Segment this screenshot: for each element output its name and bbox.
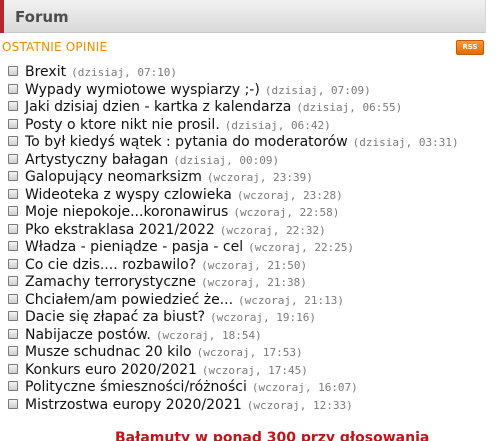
- list-item: Nabijacze postów. (wczoraj, 18:54): [6, 325, 459, 343]
- bullet-icon: [8, 136, 18, 146]
- header-accent-bar: [0, 0, 4, 33]
- footer-promo-link[interactable]: Bałamuty w ponad 300 przy głosowania: [115, 430, 429, 441]
- thread-timestamp: (wczoraj, 21:13): [238, 293, 344, 307]
- bullet-icon: [8, 276, 18, 286]
- thread-link[interactable]: To był kiedyś wątek : pytania do moderat…: [25, 134, 348, 150]
- bullet-icon: [8, 311, 18, 321]
- bullet-icon: [8, 118, 18, 129]
- thread-link[interactable]: Mistrzostwa europy 2020/2021: [25, 397, 242, 413]
- thread-link[interactable]: Posty o ktore nikt nie prosil.: [25, 117, 220, 133]
- list-item: Pko ekstraklasa 2021/2022 (wczoraj, 22:32…: [6, 220, 459, 238]
- bullet-icon: [8, 381, 18, 391]
- thread-list: Brexit (dzisiaj, 07:10) Wypady wymiotowe …: [6, 62, 459, 413]
- thread-timestamp: (dzisiaj, 00:09): [173, 153, 280, 167]
- bullet-icon: [8, 328, 18, 339]
- list-item: Artystyczny bałagan (dzisiaj, 00:09): [6, 150, 459, 168]
- thread-timestamp: (dzisiaj, 07:10): [71, 66, 178, 79]
- thread-link[interactable]: Musze schudnac 20 kilo: [25, 344, 192, 360]
- bullet-icon: [8, 258, 18, 269]
- list-item: Chciałem/am powiedzieć że... (wczoraj, 21…: [6, 290, 459, 308]
- thread-link[interactable]: Wypady wymiotowe wyspiarzy ;-): [25, 82, 260, 98]
- thread-timestamp: (wczoraj, 17:45): [201, 363, 308, 377]
- rss-button[interactable]: RSS: [456, 40, 484, 55]
- list-item: Mistrzostwa europy 2020/2021 (wczoraj, 12…: [6, 395, 459, 413]
- list-item: Jaki dzisiaj dzien - kartka z kalendarza…: [6, 97, 459, 115]
- thread-link[interactable]: Pko ekstraklasa 2021/2022: [25, 222, 215, 238]
- list-item: Wideoteka z wyspy czlowieka (wczoraj, 23:…: [6, 185, 459, 203]
- bullet-icon: [8, 206, 18, 216]
- thread-link[interactable]: Nabijacze postów.: [25, 327, 151, 343]
- list-item: Co cie dzis.... rozbawilo? (wczoraj, 21:5…: [6, 255, 459, 273]
- list-item: Brexit (dzisiaj, 07:10): [6, 62, 459, 80]
- thread-timestamp: (dzisiaj, 06:42): [224, 118, 331, 132]
- thread-timestamp: (wczoraj, 12:33): [246, 398, 353, 412]
- list-item: Posty o ktore nikt nie prosil. (dzisiaj, …: [6, 115, 459, 133]
- thread-link[interactable]: Jaki dzisiaj dzien - kartka z kalendarza: [25, 99, 291, 115]
- thread-timestamp: (wczoraj, 22:58): [233, 206, 340, 219]
- thread-timestamp: (wczoraj, 19:16): [210, 311, 316, 324]
- forum-widget: Forum OSTATNIE OPINIE RSS Brexit (dzisiaj…: [0, 0, 498, 441]
- thread-link[interactable]: Polityczne śmieszności/różności: [25, 379, 247, 395]
- thread-link[interactable]: Zamachy terrorystyczne: [25, 274, 196, 290]
- thread-link[interactable]: Dacie się złapać za biust?: [25, 309, 205, 325]
- forum-header: Forum: [0, 0, 486, 33]
- thread-link[interactable]: Moje niepokoje...koronawirus: [25, 204, 228, 220]
- bullet-icon: [8, 293, 18, 304]
- list-item: Konkurs euro 2020/2021 (wczoraj, 17:45): [6, 360, 459, 378]
- thread-timestamp: (wczoraj, 22:25): [248, 241, 355, 254]
- bullet-icon: [8, 241, 18, 251]
- bullet-icon: [8, 66, 18, 76]
- bullet-icon: [8, 346, 18, 356]
- thread-link[interactable]: Brexit: [25, 64, 66, 80]
- bullet-icon: [8, 188, 18, 199]
- thread-timestamp: (dzisiaj, 07:09): [264, 83, 371, 97]
- bullet-icon: [8, 171, 18, 181]
- thread-link[interactable]: Galopujący neomarksizm: [25, 169, 202, 185]
- list-item: Musze schudnac 20 kilo (wczoraj, 17:53): [6, 342, 459, 360]
- bullet-icon: [8, 398, 18, 409]
- thread-link[interactable]: Chciałem/am powiedzieć że...: [25, 292, 233, 308]
- thread-timestamp: (wczoraj, 23:28): [236, 188, 343, 202]
- bullet-icon: [8, 83, 18, 94]
- bullet-icon: [8, 363, 18, 374]
- thread-link[interactable]: Co cie dzis.... rozbawilo?: [25, 257, 196, 273]
- thread-link[interactable]: Artystyczny bałagan: [25, 152, 168, 168]
- thread-timestamp: (wczoraj, 18:54): [155, 328, 262, 342]
- thread-timestamp: (dzisiaj, 03:31): [352, 136, 459, 149]
- forum-title: Forum: [15, 8, 69, 26]
- thread-link[interactable]: Wideoteka z wyspy czlowieka: [25, 187, 232, 203]
- bullet-icon: [8, 101, 18, 111]
- bullet-icon: [8, 153, 18, 164]
- bullet-icon: [8, 223, 18, 234]
- thread-timestamp: (wczoraj, 16:07): [251, 381, 358, 394]
- thread-timestamp: (wczoraj, 23:39): [206, 171, 313, 184]
- list-item: Władza - pieniądze - pasja - cel (wczoraj…: [6, 237, 459, 255]
- list-item: Galopujący neomarksizm (wczoraj, 23:39): [6, 167, 459, 185]
- list-item: Wypady wymiotowe wyspiarzy ;-) (dzisiaj, …: [6, 80, 459, 98]
- thread-timestamp: (wczoraj, 21:50): [201, 258, 308, 272]
- list-item: Dacie się złapać za biust? (wczoraj, 19:1…: [6, 307, 459, 325]
- thread-timestamp: (wczoraj, 22:32): [219, 223, 326, 237]
- list-item: Moje niepokoje...koronawirus (wczoraj, 22…: [6, 202, 459, 220]
- latest-opinions-heading: OSTATNIE OPINIE: [2, 40, 108, 54]
- list-item: To był kiedyś wątek : pytania do moderat…: [6, 132, 459, 150]
- thread-link[interactable]: Konkurs euro 2020/2021: [25, 362, 197, 378]
- thread-timestamp: (wczoraj, 17:53): [196, 346, 303, 359]
- list-item: Polityczne śmieszności/różności (wczoraj,…: [6, 377, 459, 395]
- thread-timestamp: (dzisiaj, 06:55): [296, 101, 403, 114]
- list-item: Zamachy terrorystyczne (wczoraj, 21:38): [6, 272, 459, 290]
- thread-timestamp: (wczoraj, 21:38): [200, 276, 307, 289]
- thread-link[interactable]: Władza - pieniądze - pasja - cel: [25, 239, 243, 255]
